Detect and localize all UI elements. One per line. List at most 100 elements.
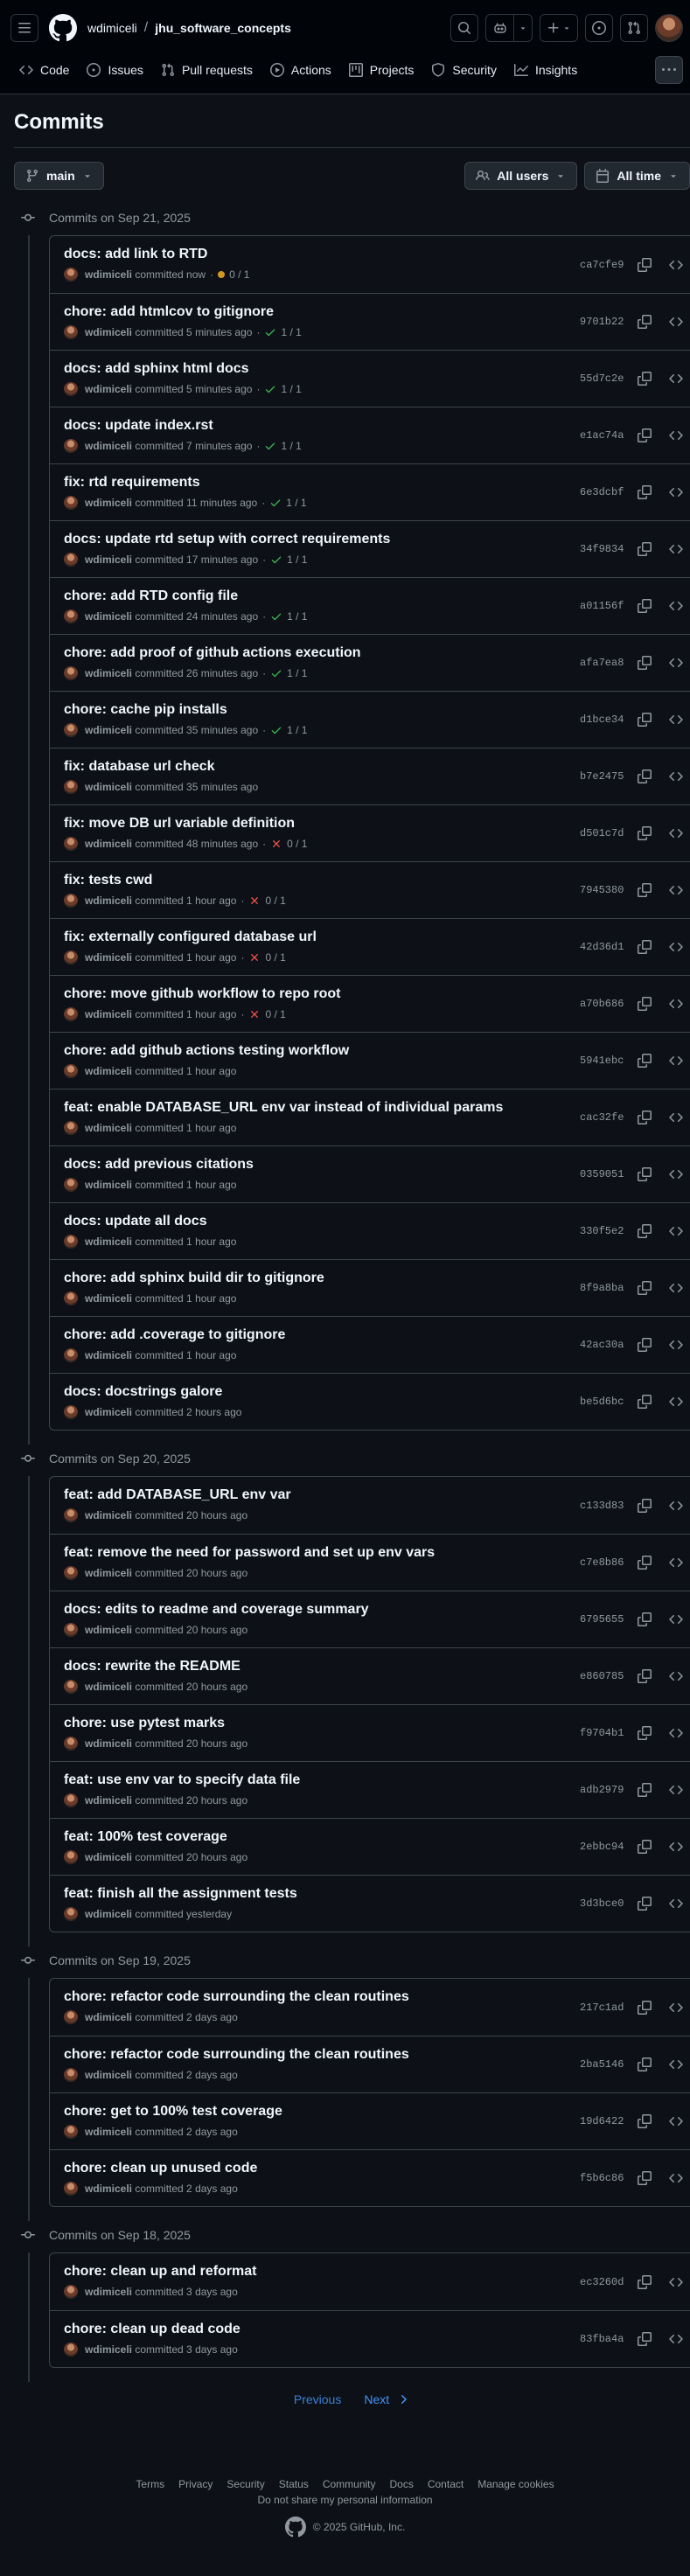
browse-code-icon[interactable]	[662, 1388, 690, 1416]
commit-author-link[interactable]: wdimiceli	[85, 2343, 132, 2356]
commit-sha-link[interactable]: f9704b1	[580, 1727, 629, 1739]
browse-code-icon[interactable]	[662, 819, 690, 847]
author-avatar[interactable]	[64, 1623, 78, 1637]
browse-code-icon[interactable]	[662, 2325, 690, 2353]
commit-sha-link[interactable]: d1bce34	[580, 714, 629, 726]
commit-title-link[interactable]: feat: 100% test coverage	[64, 1829, 227, 1844]
commit-title-link[interactable]: chore: cache pip installs	[64, 702, 227, 717]
copy-icon[interactable]	[631, 1890, 659, 1918]
copy-icon[interactable]	[631, 2050, 659, 2078]
copy-icon[interactable]	[631, 1719, 659, 1747]
author-avatar[interactable]	[64, 1907, 78, 1921]
author-avatar[interactable]	[64, 609, 78, 623]
browse-code-icon[interactable]	[662, 1047, 690, 1075]
copy-icon[interactable]	[631, 365, 659, 393]
commit-title-link[interactable]: fix: move DB url variable definition	[64, 816, 295, 831]
commit-author-link[interactable]: wdimiceli	[85, 667, 132, 679]
commit-title-link[interactable]: docs: add previous citations	[64, 1157, 254, 1172]
footer-privacy-link[interactable]: Do not share my personal information	[257, 2494, 432, 2506]
copy-icon[interactable]	[631, 535, 659, 563]
browse-code-icon[interactable]	[662, 1492, 690, 1520]
browse-code-icon[interactable]	[662, 1217, 690, 1245]
copy-icon[interactable]	[631, 421, 659, 449]
footer-link[interactable]: Status	[279, 2478, 309, 2490]
previous-page-link[interactable]: Previous	[294, 2392, 341, 2406]
copy-icon[interactable]	[631, 990, 659, 1018]
commit-sha-link[interactable]: a70b686	[580, 998, 629, 1010]
browse-code-icon[interactable]	[662, 2268, 690, 2296]
commit-sha-link[interactable]: e1ac74a	[580, 429, 629, 442]
tab-pull-requests[interactable]: Pull requests	[154, 56, 260, 84]
commit-sha-link[interactable]: 217c1ad	[580, 2002, 629, 2014]
more-tabs-button[interactable]	[655, 56, 683, 84]
browse-code-icon[interactable]	[662, 1331, 690, 1359]
time-filter[interactable]: All time	[584, 162, 690, 190]
commit-author-link[interactable]: wdimiceli	[85, 383, 132, 395]
browse-code-icon[interactable]	[662, 762, 690, 790]
tab-actions[interactable]: Actions	[263, 56, 338, 84]
commit-sha-link[interactable]: 83fba4a	[580, 2333, 629, 2345]
commit-sha-link[interactable]: 2ebbc94	[580, 1841, 629, 1853]
browse-code-icon[interactable]	[662, 2050, 690, 2078]
copy-icon[interactable]	[631, 1388, 659, 1416]
author-avatar[interactable]	[64, 439, 78, 453]
author-avatar[interactable]	[64, 1566, 78, 1580]
commit-sha-link[interactable]: 7945380	[580, 884, 629, 896]
commit-title-link[interactable]: chore: add RTD config file	[64, 588, 238, 603]
commit-author-link[interactable]: wdimiceli	[85, 895, 132, 907]
commit-title-link[interactable]: chore: add htmlcov to gitignore	[64, 304, 274, 319]
github-logo-icon[interactable]	[49, 14, 77, 42]
copy-icon[interactable]	[631, 478, 659, 506]
tab-insights[interactable]: Insights	[507, 56, 584, 84]
copy-icon[interactable]	[631, 592, 659, 620]
check-status[interactable]: 1 / 1	[269, 497, 307, 509]
commit-title-link[interactable]: fix: externally configured database url	[64, 929, 317, 944]
issues-shortcut-button[interactable]	[585, 14, 613, 42]
commit-sha-link[interactable]: c7e8b86	[580, 1556, 629, 1569]
check-status[interactable]: 1 / 1	[264, 383, 302, 395]
copy-icon[interactable]	[631, 2107, 659, 2135]
commit-sha-link[interactable]: be5d6bc	[580, 1396, 629, 1408]
create-new-button[interactable]	[540, 14, 578, 42]
browse-code-icon[interactable]	[662, 1890, 690, 1918]
breadcrumb-owner-link[interactable]: wdimiceli	[87, 21, 137, 35]
commit-title-link[interactable]: chore: get to 100% test coverage	[64, 2104, 282, 2119]
copy-icon[interactable]	[631, 1833, 659, 1861]
browse-code-icon[interactable]	[662, 478, 690, 506]
author-avatar[interactable]	[64, 666, 78, 680]
commit-author-link[interactable]: wdimiceli	[85, 1794, 132, 1807]
user-avatar[interactable]	[655, 14, 683, 42]
commit-author-link[interactable]: wdimiceli	[85, 553, 132, 566]
tab-issues[interactable]: Issues	[80, 56, 150, 84]
check-status[interactable]: 1 / 1	[264, 326, 302, 338]
footer-link[interactable]: Community	[323, 2478, 376, 2490]
author-avatar[interactable]	[64, 496, 78, 510]
author-avatar[interactable]	[64, 1348, 78, 1362]
commit-author-link[interactable]: wdimiceli	[85, 781, 132, 793]
footer-link[interactable]: Security	[227, 2478, 264, 2490]
commit-title-link[interactable]: feat: add DATABASE_URL env var	[64, 1487, 291, 1502]
author-avatar[interactable]	[64, 950, 78, 964]
author-avatar[interactable]	[64, 2285, 78, 2299]
browse-code-icon[interactable]	[662, 1274, 690, 1302]
commit-author-link[interactable]: wdimiceli	[85, 1851, 132, 1863]
commit-sha-link[interactable]: 55d7c2e	[580, 372, 629, 385]
commit-title-link[interactable]: chore: add .coverage to gitignore	[64, 1327, 285, 1342]
commit-sha-link[interactable]: 19d6422	[580, 2115, 629, 2127]
commit-sha-link[interactable]: cac32fe	[580, 1111, 629, 1124]
commit-author-link[interactable]: wdimiceli	[85, 951, 132, 964]
browse-code-icon[interactable]	[662, 308, 690, 336]
commit-author-link[interactable]: wdimiceli	[85, 268, 132, 281]
commit-author-link[interactable]: wdimiceli	[85, 2286, 132, 2298]
tab-security[interactable]: Security	[424, 56, 504, 84]
commit-author-link[interactable]: wdimiceli	[85, 1681, 132, 1693]
commit-author-link[interactable]: wdimiceli	[85, 1908, 132, 1920]
browse-code-icon[interactable]	[662, 1833, 690, 1861]
footer-link[interactable]: Manage cookies	[477, 2478, 554, 2490]
browse-code-icon[interactable]	[662, 535, 690, 563]
copy-icon[interactable]	[631, 649, 659, 677]
commit-title-link[interactable]: chore: add proof of github actions execu…	[64, 645, 361, 660]
tab-code[interactable]: Code	[12, 56, 76, 84]
commit-author-link[interactable]: wdimiceli	[85, 1236, 132, 1248]
commit-author-link[interactable]: wdimiceli	[85, 838, 132, 850]
